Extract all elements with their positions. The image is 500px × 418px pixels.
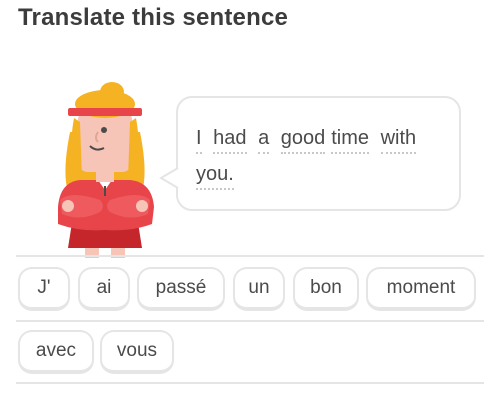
word-tile[interactable]: J' — [18, 267, 70, 311]
prompt-line-2: you. — [196, 162, 240, 190]
prompt-word[interactable]: time — [331, 126, 370, 154]
prompt-word[interactable]: with — [380, 126, 417, 154]
prompt-word[interactable]: a — [258, 126, 270, 154]
word-tile[interactable]: passé — [137, 267, 225, 311]
prompt-line-1: I had a good time with — [196, 116, 445, 160]
word-tile[interactable]: vous — [100, 330, 174, 374]
speech-bubble-tail — [159, 167, 179, 189]
woman-character-illustration — [58, 82, 154, 258]
speech-bubble: I had a good time with you. — [176, 96, 461, 211]
divider — [16, 320, 484, 322]
divider — [16, 255, 484, 257]
divider — [16, 382, 484, 384]
word-tile[interactable]: bon — [293, 267, 359, 311]
prompt-word[interactable]: you. — [196, 162, 234, 190]
prompt-word[interactable]: had — [213, 126, 247, 154]
page-title: Translate this sentence — [18, 4, 289, 31]
word-tile[interactable]: un — [233, 267, 285, 311]
word-tile[interactable]: moment — [366, 267, 476, 311]
word-tile[interactable]: avec — [18, 330, 94, 374]
prompt-word[interactable]: I — [196, 126, 202, 154]
prompt-word[interactable]: good — [280, 126, 326, 154]
word-tile[interactable]: ai — [78, 267, 130, 311]
